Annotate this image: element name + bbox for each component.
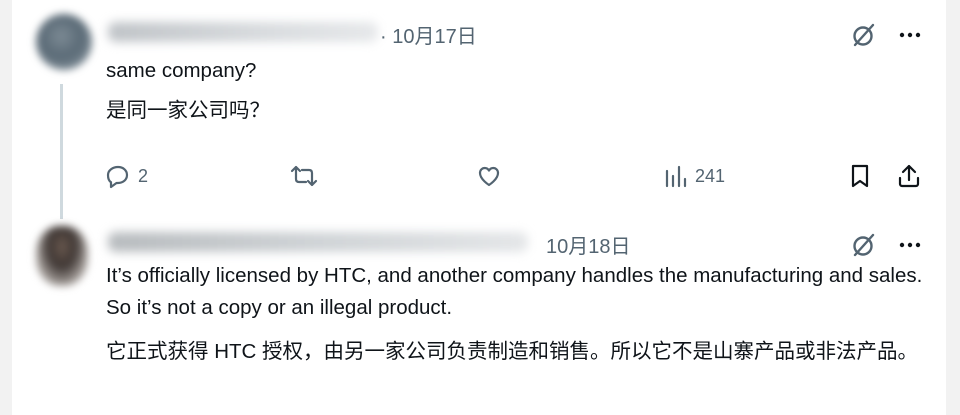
more-icon[interactable]	[896, 21, 924, 49]
tweet-date[interactable]: · 10月17日	[380, 20, 477, 49]
tweet-text-chinese: 它正式获得 HTC 授权，由另一家公司负责制造和销售。所以它不是山寨产品或非法产…	[106, 340, 919, 363]
tweet-date[interactable]: 10月18日	[546, 230, 631, 259]
reply-icon	[104, 162, 132, 190]
heart-icon	[475, 162, 503, 190]
author-name-redacted[interactable]	[108, 232, 528, 252]
avatar[interactable]	[36, 226, 88, 286]
tweet-text-english: same company?	[106, 59, 257, 82]
grok-icon[interactable]	[850, 21, 878, 49]
more-icon[interactable]	[896, 231, 924, 259]
reply-count: 2	[138, 165, 149, 186]
share-button[interactable]	[895, 158, 923, 194]
avatar[interactable]	[36, 14, 92, 70]
views-icon	[663, 162, 689, 190]
grok-icon[interactable]	[850, 231, 878, 259]
views-count: 241	[695, 165, 726, 186]
tweet-thread: · 10月17日 same company? 是同一家公司吗？ 2 241 10…	[12, 0, 946, 415]
reply-button[interactable]: 2	[104, 158, 148, 194]
thread-line	[60, 84, 63, 219]
retweet-button[interactable]	[288, 158, 320, 194]
tweet-actions: 2 241	[12, 158, 946, 194]
author-name-redacted[interactable]	[108, 22, 378, 42]
bookmark-button[interactable]	[847, 158, 873, 194]
bookmark-icon	[847, 162, 873, 190]
like-button[interactable]	[475, 158, 503, 194]
tweet-text-chinese: 是同一家公司吗？	[106, 99, 270, 122]
share-icon	[895, 162, 923, 190]
tweet-1[interactable]: · 10月17日 same company? 是同一家公司吗？ 2 241	[12, 0, 946, 219]
views-button[interactable]: 241	[663, 158, 725, 194]
tweet-text-english: It’s officially licensed by HTC, and ano…	[106, 264, 923, 319]
retweet-icon	[288, 162, 320, 190]
